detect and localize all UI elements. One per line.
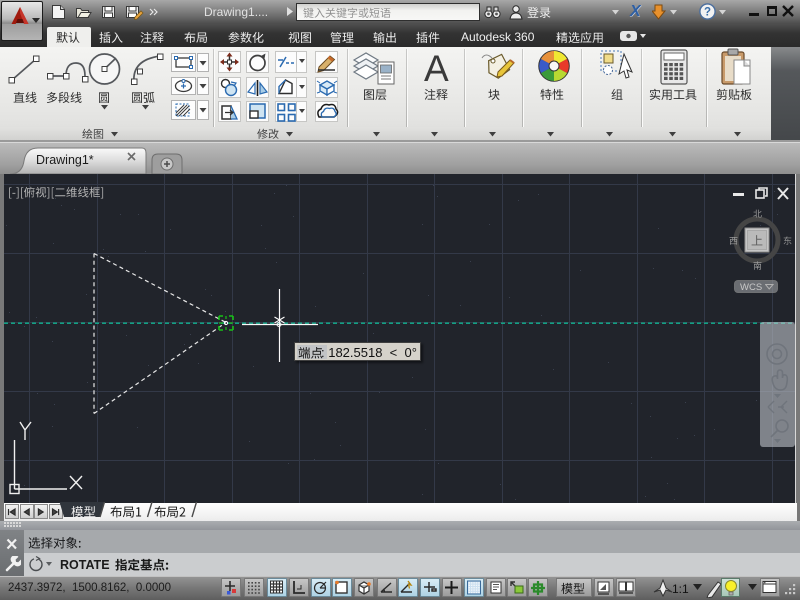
- svg-text:?: ?: [704, 7, 711, 19]
